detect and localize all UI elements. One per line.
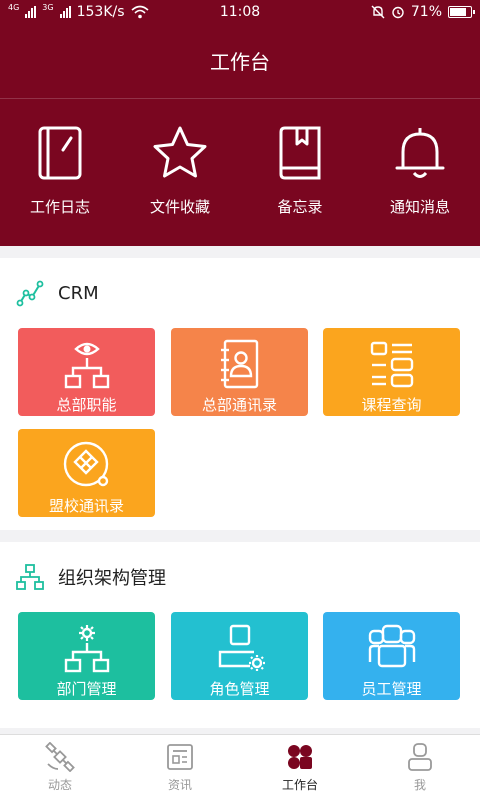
tile-label: 角色管理 [209,680,270,698]
org-structure-icon [16,564,44,590]
tab-label: 我 [413,778,426,792]
department-icon [64,625,109,673]
workbench-icon [288,745,312,769]
signal-icon [25,6,37,18]
tile-label: 盟校通讯录 [48,497,124,515]
tab-label: 工作台 [281,778,318,792]
tile-hq-contacts[interactable]: 总部通讯录 [171,328,308,416]
tab-news[interactable]: 资讯 [120,735,240,800]
bottom-tab-bar: 动态 资讯 工作台 我 [0,734,480,800]
quick-label: 工作日志 [29,198,90,216]
signal-icon-2 [59,6,71,18]
tab-workbench[interactable]: 工作台 [240,735,360,800]
org-section-header: 组织架构管理 [0,542,480,612]
crm-section: CRM 总部职能 总部通讯录 课程查询 盟校通讯录 [0,258,480,530]
wifi-icon [130,5,149,19]
tile-course-query[interactable]: 课程查询 [323,328,460,416]
battery-percent: 71% [410,4,442,20]
status-bar: 4G 3G 153K/s 11:08 71% [0,0,480,24]
workbench-header: 工作台 工作日志 文件收藏 备忘录 通知消息 [0,24,480,246]
tab-me[interactable]: 我 [360,735,480,800]
section-title: CRM [58,282,99,304]
role-gear-icon [218,624,265,671]
notebook-icon [38,126,82,180]
crm-section-header: CRM [0,258,480,328]
bell-icon [395,128,445,178]
quick-label: 文件收藏 [149,198,210,216]
tab-label: 资讯 [167,778,192,792]
trend-line-icon [16,280,44,307]
course-list-icon [370,341,413,388]
address-book-icon [220,339,258,389]
tab-label: 动态 [47,778,72,792]
org-section: 组织架构管理 部门管理 角色管理 员工管理 [0,542,480,728]
tile-role-management[interactable]: 角色管理 [171,612,308,700]
quick-item-notifications[interactable]: 通知消息 [360,124,480,217]
header-divider [0,98,480,99]
league-school-icon [63,441,108,487]
satellite-icon [45,742,75,772]
alarm-icon [392,6,404,19]
news-icon [167,744,193,770]
network-type-2: 3G [42,3,54,12]
quick-item-work-log[interactable]: 工作日志 [0,124,120,217]
tile-label: 课程查询 [361,396,422,414]
net-speed: 153K/s [76,4,125,20]
org-eye-icon [64,342,109,389]
tile-league-school-contacts[interactable]: 盟校通讯录 [18,429,155,517]
mute-bell-icon [371,5,385,19]
person-icon [408,743,432,771]
network-type-1: 4G [8,3,20,12]
quick-label: 备忘录 [277,198,323,216]
memo-book-icon [279,126,321,180]
staff-icon [368,624,415,668]
status-right: 71% [371,4,475,20]
tile-label: 总部职能 [56,396,117,414]
page-title: 工作台 [210,50,270,74]
battery-icon [448,6,475,18]
section-title: 组织架构管理 [58,568,166,589]
tile-staff-management[interactable]: 员工管理 [323,612,460,700]
tile-label: 总部通讯录 [201,396,277,414]
quick-item-memo[interactable]: 备忘录 [240,124,360,217]
tile-department-management[interactable]: 部门管理 [18,612,155,700]
tab-dynamics[interactable]: 动态 [0,735,120,800]
tile-hq-functions[interactable]: 总部职能 [18,328,155,416]
quick-label: 通知消息 [389,198,450,216]
quick-actions: 工作日志 文件收藏 备忘录 通知消息 [0,124,480,217]
tile-label: 部门管理 [56,680,117,698]
status-left: 4G 3G 153K/s [8,4,371,20]
tile-label: 员工管理 [361,680,422,698]
star-icon [153,126,207,178]
quick-item-file-favorites[interactable]: 文件收藏 [120,124,240,217]
